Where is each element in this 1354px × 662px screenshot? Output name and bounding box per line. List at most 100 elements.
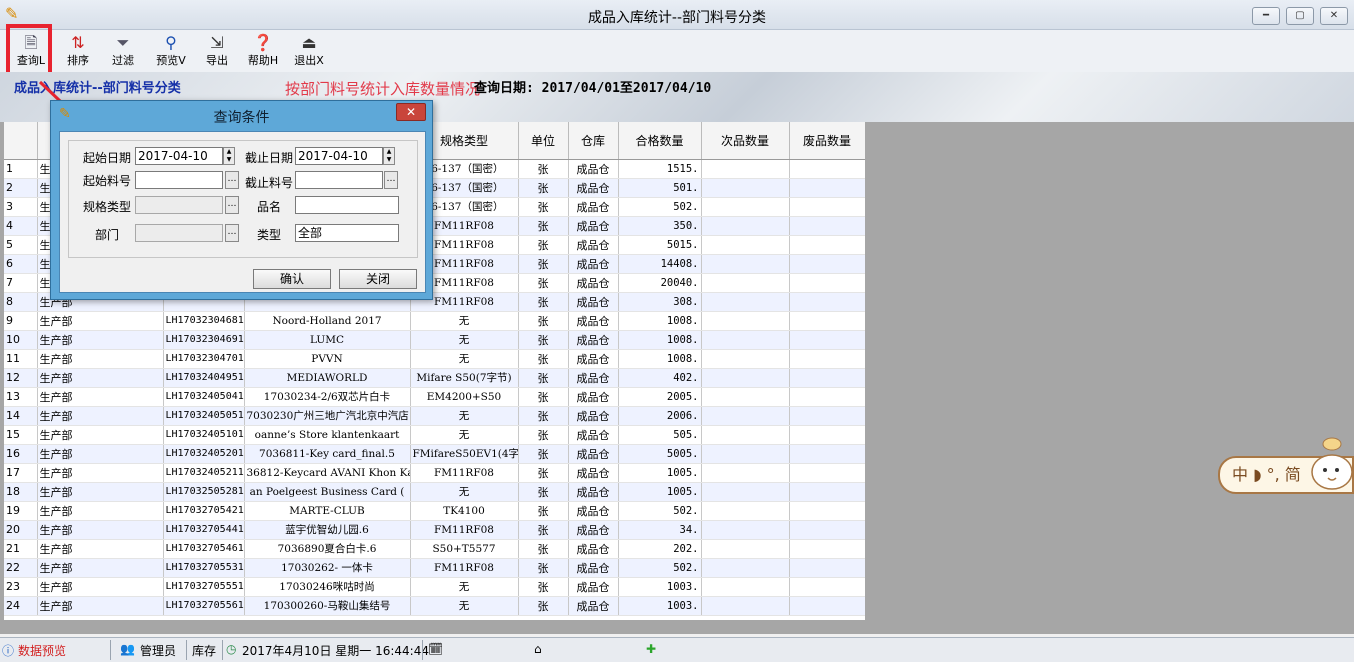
type-field[interactable]: 全部 (295, 224, 399, 242)
table-cell: 2 (4, 178, 38, 198)
table-row[interactable]: 23 生产部 LH17032705551 17030246咪咕时尚无张成品仓 1003. (4, 577, 865, 597)
dept-browse-button[interactable]: … (225, 224, 239, 242)
dialog-close-button[interactable]: ✕ (396, 103, 426, 121)
start-part-label: 起始料号 (83, 174, 132, 188)
table-cell (789, 520, 865, 540)
help-button[interactable]: ❓ 帮助H (242, 32, 284, 70)
maximize-button[interactable]: ▢ (1286, 7, 1314, 25)
table-cell (701, 577, 790, 597)
table-cell: 成品仓 (568, 254, 619, 274)
table-cell: 生产部 (37, 330, 164, 350)
end-part-browse-button[interactable]: … (384, 171, 398, 189)
filter-button[interactable]: ⏷ 过滤 (102, 32, 144, 70)
status-separator (222, 640, 223, 660)
confirm-button[interactable]: 确认 (253, 269, 331, 289)
column-header[interactable]: 单位 (518, 122, 569, 160)
table-cell: LH17032405041 (163, 387, 245, 407)
spec-type-field[interactable] (135, 196, 223, 214)
table-cell: 成品仓 (568, 197, 619, 217)
table-row[interactable]: 14 生产部 LH17032405051 7030230广州三地广汽北京中汽店无张成品… (4, 406, 865, 426)
table-cell (701, 311, 790, 331)
start-part-field[interactable] (135, 171, 223, 189)
table-cell (789, 330, 865, 350)
minimize-button[interactable]: ━ (1252, 7, 1280, 25)
table-row[interactable]: 15 生产部 LH17032405101 oanne’s Store klantenk… (4, 425, 865, 445)
sort-button[interactable]: ⇅ 排序 (57, 32, 99, 70)
table-cell: 生产部 (37, 311, 164, 331)
table-cell (789, 292, 865, 312)
dialog-title: 查询条件 (213, 110, 270, 126)
table-cell: 502. (618, 501, 702, 521)
table-cell: 7030230广州三地广汽北京中汽店 (244, 406, 411, 426)
end-date-field[interactable]: 2017-04-10 (295, 147, 383, 165)
table-cell: 张 (518, 159, 569, 179)
table-cell (701, 425, 790, 445)
table-cell: 2005. (618, 387, 702, 407)
dept-field[interactable] (135, 224, 223, 242)
table-cell: 3 (4, 197, 38, 217)
table-cell: 无 (410, 482, 519, 502)
table-row[interactable]: 20 生产部 LH17032705441 蓝宇优智幼儿园.6 FM11RF08 张成品仓 3… (4, 520, 865, 540)
dialog-body: 起始日期 2017-04-10 ▲ ▼ 截止日期 2017-04-10 ▲ ▼ 起始… (59, 131, 426, 293)
table-row[interactable]: 22 生产部 LH17032705531 17030262- 一体卡 FM11RF08 张… (4, 558, 865, 578)
table-row[interactable]: 9 生产部 LH17032304681 Noord-Holland 2017 无张成品仓… (4, 311, 865, 331)
user-icon: 👥 (120, 642, 135, 656)
table-row[interactable]: 16 生产部 LH17032405201 7036811-Key card_final… (4, 444, 865, 464)
table-row[interactable]: 12 生产部 LH17032404951 MEDIAWORLD Mifare S50(7… (4, 368, 865, 388)
table-cell: 18 (4, 482, 38, 502)
export-button[interactable]: ⇲ 导出 (196, 32, 238, 70)
table-row[interactable]: 18 生产部 LH17032505281 an Poelgeest Business … (4, 482, 865, 502)
column-header[interactable]: 次品数量 (701, 122, 790, 160)
table-row[interactable]: 21 生产部 LH17032705461 7036890夏合白卡.6 S50+T5577… (4, 539, 865, 559)
close-button[interactable]: ✕ (1320, 7, 1348, 25)
table-cell (789, 235, 865, 255)
table-cell: 成品仓 (568, 482, 619, 502)
table-cell: 10 (4, 330, 38, 350)
preview-button-label: 预览V (156, 54, 186, 67)
table-cell: 12 (4, 368, 38, 388)
table-cell: LH17032405201 (163, 444, 245, 464)
table-cell: 生产部 (37, 349, 164, 369)
table-cell: 1008. (618, 349, 702, 369)
exit-icon: ⏏ (301, 33, 317, 52)
query-dialog: ✎ 查询条件 ✕ 起始日期 2017-04-10 ▲ ▼ 截止日期 2017-04… (50, 100, 433, 300)
table-row[interactable]: 13 生产部 LH17032405041 17030234-2/6双芯片白卡 EM420… (4, 387, 865, 407)
table-row[interactable]: 24 生产部 LH17032705561 170300260-马鞍山集结号无张成品仓 1… (4, 596, 865, 616)
table-cell: 张 (518, 349, 569, 369)
table-cell (789, 501, 865, 521)
exit-button[interactable]: ⏏ 退出X (288, 32, 330, 70)
preview-button[interactable]: ⚲ 预览V (150, 32, 192, 70)
table-cell: LH17032705421 (163, 501, 245, 521)
table-row[interactable]: 10 生产部 LH17032304691 LUMC 无张成品仓 1008. (4, 330, 865, 350)
start-part-browse-button[interactable]: … (225, 171, 239, 189)
table-row[interactable]: 17 生产部 LH17032405211 36812-Keycard AVANI Kh… (4, 463, 865, 483)
table-cell: 成品仓 (568, 444, 619, 464)
table-row[interactable]: 19 生产部 LH17032705421 MARTE-CLUB TK4100 张成品仓 50… (4, 501, 865, 521)
column-header[interactable]: 仓库 (568, 122, 619, 160)
table-cell: 生产部 (37, 577, 164, 597)
table-cell: 14 (4, 406, 38, 426)
table-cell: 张 (518, 197, 569, 217)
add-icon[interactable]: ✚ (646, 642, 656, 656)
table-row[interactable]: 11 生产部 LH17032304701 PVVN 无张成品仓 1008. (4, 349, 865, 369)
end-date-spinner[interactable]: ▲ ▼ (383, 147, 395, 165)
close-dialog-button[interactable]: 关闭 (339, 269, 417, 289)
table-cell (701, 368, 790, 388)
spec-type-browse-button[interactable]: … (225, 196, 239, 214)
table-cell: 无 (410, 311, 519, 331)
start-date-field[interactable]: 2017-04-10 (135, 147, 223, 165)
table-cell (701, 558, 790, 578)
table-cell (701, 520, 790, 540)
column-header[interactable]: 合格数量 (618, 122, 702, 160)
table-cell: 202. (618, 539, 702, 559)
column-header[interactable]: 废品数量 (789, 122, 865, 160)
column-header[interactable] (4, 122, 38, 160)
table-cell (789, 178, 865, 198)
start-date-spinner[interactable]: ▲ ▼ (223, 147, 235, 165)
product-name-field[interactable] (295, 196, 399, 214)
end-part-field[interactable] (295, 171, 383, 189)
table-cell: 无 (410, 330, 519, 350)
home-icon[interactable]: ⌂ (534, 642, 542, 656)
table-cell: 8 (4, 292, 38, 312)
table-cell: FM11RF08 (410, 520, 519, 540)
